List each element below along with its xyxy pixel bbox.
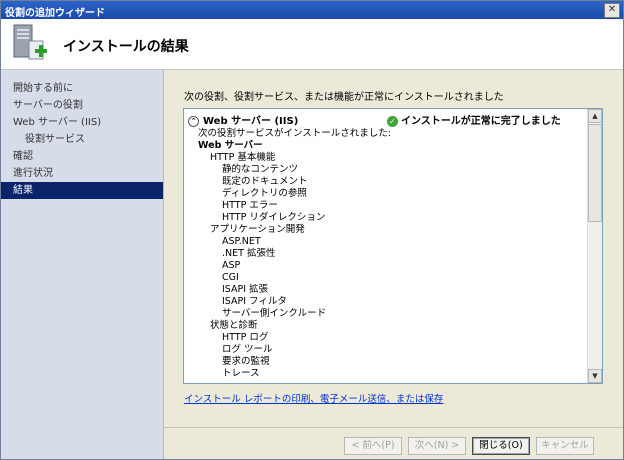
install-status: ✓ インストールが正常に完了しました [387,112,561,127]
nav-item-web-server[interactable]: Web サーバー (IIS) [1,114,163,131]
nav-item-progress[interactable]: 進行状況 [1,165,163,182]
service-list-item: 既定のドキュメント [222,176,308,187]
success-check-icon: ✓ [387,115,398,127]
main-content: 次の役割、役割サービス、または機能が正常にインストールされました ⌃ Web サー… [164,70,623,459]
cancel-button[interactable]: キャンセル [536,437,594,455]
close-button[interactable]: 閉じる(O) [472,437,530,455]
nav-item-label: 結果 [13,185,33,196]
nav-item-label: サーバーの役割 [13,100,83,111]
results-intro-text: 次の役割、役割サービス、または機能が正常にインストールされました [184,92,504,103]
service-list-item: ディレクトリの参照 [222,188,307,199]
service-list-item: 要求の監視 [222,356,270,367]
report-link[interactable]: インストール レポートの印刷、電子メール送信、または保存 [184,391,443,405]
service-list-item: ISAPI 拡張 [222,284,269,295]
service-list-item: サーバー側インクルード [222,308,327,319]
service-list-item: HTTP エラー [222,200,278,211]
nav-item-label: Web サーバー (IIS) [13,117,102,128]
service-list-item: 静的なコンテンツ [222,164,299,175]
nav-item-label: 役割サービス [25,134,85,145]
service-list-item: CGI [222,272,239,283]
service-list-item: HTTP ログ [222,332,269,343]
service-list-item: ISAPI フィルタ [222,296,287,307]
listbox-scrollbar[interactable]: ▲ ▼ [587,109,602,383]
service-list-item: HTTP リダイレクション [222,212,326,223]
service-list-item: アプリケーション開発 [210,224,305,235]
collapse-chevron-icon[interactable]: ⌃ [188,115,199,127]
nav-item-server-roles[interactable]: サーバーの役割 [1,97,163,114]
service-list-item: ASP [222,260,241,271]
close-window-icon[interactable]: ✕ [604,3,620,18]
service-list-item: HTTP 基本機能 [210,152,276,163]
service-list-item: 次の役割サービスがインストールされました: [198,128,392,139]
server-add-icon [13,24,47,60]
service-list-item: ASP.NET [222,236,261,247]
role-name: Web サーバー (IIS) [203,116,299,127]
service-list-item: トレース [222,368,260,379]
nav-item-results[interactable]: 結果 [1,182,163,199]
nav-item-label: 進行状況 [13,168,53,179]
scrollbar-thumb[interactable] [588,124,602,222]
prev-button[interactable]: < 前へ(P) [344,437,402,455]
nav-item-label: 確認 [13,151,33,162]
wizard-footer: < 前へ(P) 次へ(N) > 閉じる(O) キャンセル [164,427,623,459]
nav-item-confirmation[interactable]: 確認 [1,148,163,165]
wizard-window: 役割の追加ウィザード ✕ インストールの結果 開始する前に サーバーの役割 We… [0,0,624,460]
role-header[interactable]: ⌃ Web サーバー (IIS) [188,112,298,127]
results-listbox[interactable]: ⌃ Web サーバー (IIS) ✓ インストールが正常に完了しました 次の役割サー… [183,108,603,384]
next-button[interactable]: 次へ(N) > [408,437,466,455]
scroll-down-icon[interactable]: ▼ [588,369,602,383]
wizard-header: インストールの結果 [1,19,623,70]
title-bar[interactable]: 役割の追加ウィザード ✕ [1,1,623,19]
service-list-item: .NET 拡張性 [222,248,276,259]
service-list-item: Web サーバー [198,140,263,151]
service-list-item: 状態と診断 [210,320,258,331]
scroll-up-icon[interactable]: ▲ [588,109,602,123]
nav-item-before-you-begin[interactable]: 開始する前に [1,80,163,97]
wizard-nav: 開始する前に サーバーの役割 Web サーバー (IIS) 役割サービス 確認 … [1,70,164,459]
window-title: 役割の追加ウィザード [5,8,105,19]
nav-item-label: 開始する前に [13,83,73,94]
install-status-text: インストールが正常に完了しました [401,116,561,127]
service-list-item: ログ ツール [222,344,273,355]
page-title: インストールの結果 [63,39,189,55]
nav-item-role-services[interactable]: 役割サービス [1,131,163,148]
